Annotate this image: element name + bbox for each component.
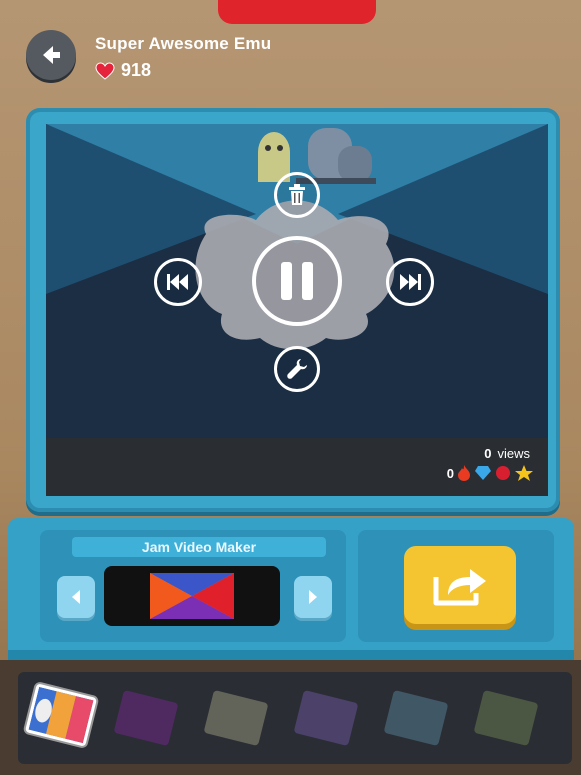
views-value: 0 [484, 446, 492, 461]
trash-icon [289, 184, 305, 205]
video-info-bar: 0 views 0 [46, 438, 548, 496]
chevron-right-icon [309, 590, 317, 604]
fire-icon [458, 465, 470, 481]
heart-reaction-icon [496, 466, 510, 480]
wrench-icon [287, 359, 307, 379]
pause-button[interactable] [252, 236, 342, 326]
likes-value: 918 [121, 60, 152, 80]
delete-button[interactable] [274, 172, 320, 218]
view-count: 0 views [484, 446, 530, 461]
reactions-value: 0 [446, 465, 454, 481]
next-button[interactable] [386, 258, 434, 306]
star-icon [515, 465, 533, 481]
pause-icon [281, 262, 313, 300]
likes-count: 918 [95, 60, 151, 81]
thumbnail-art [28, 686, 94, 744]
next-template-button[interactable] [294, 576, 332, 618]
top-notch [218, 0, 376, 24]
heart-icon [95, 61, 115, 80]
back-button[interactable] [26, 30, 76, 80]
views-label: views [497, 446, 530, 461]
template-logo [150, 573, 234, 619]
back-arrow-icon [43, 46, 60, 64]
skip-back-icon [167, 274, 188, 290]
skip-forward-icon [400, 274, 421, 290]
previous-template-button[interactable] [57, 576, 95, 618]
gem-icon [475, 466, 491, 480]
share-button[interactable] [404, 546, 516, 624]
chevron-left-icon [72, 590, 80, 604]
video-maker-title: Jam Video Maker [72, 537, 326, 557]
previous-button[interactable] [154, 258, 202, 306]
reaction-counts: 0 [447, 464, 534, 482]
edit-button[interactable] [274, 346, 320, 392]
share-icon [433, 569, 486, 606]
template-preview [104, 566, 280, 626]
username: Super Awesome Emu [95, 34, 272, 53]
